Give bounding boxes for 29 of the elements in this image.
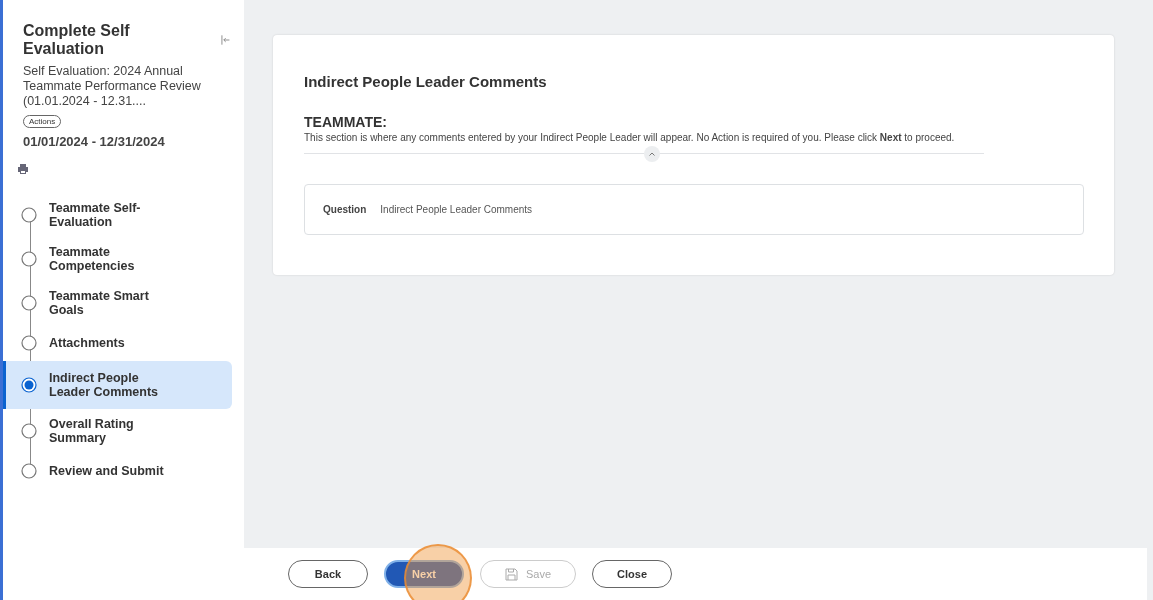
date-range: 01/01/2024 - 12/31/2024 <box>23 134 166 149</box>
step-item[interactable]: Teammate Self-Evaluation <box>3 193 232 237</box>
actions-button[interactable]: Actions <box>23 115 62 128</box>
section-heading: TEAMMATE: <box>304 114 388 130</box>
card-title: Indirect People Leader Comments <box>304 73 548 90</box>
step-item[interactable]: Teammate Smart Goals <box>3 281 232 325</box>
review-subtitle: Self Evaluation: 2024 Annual Teammate Performance Review (01.01.2024 - 12.31.... <box>23 64 202 109</box>
step-item[interactable]: Overall Rating Summary <box>3 409 232 453</box>
step-item[interactable]: Indirect People Leader Comments <box>3 361 232 409</box>
step-circle-icon <box>21 423 37 439</box>
step-item[interactable]: Attachments <box>3 325 232 361</box>
step-circle-icon <box>21 207 37 223</box>
action-button[interactable]: Close <box>592 560 673 588</box>
step-item[interactable]: Review and Submit <box>3 453 232 489</box>
instruction-text: This section is where any comments entered by your Indirect People Leader will appear. No Action is required of you. Please click Next to proceed. <box>304 132 956 143</box>
collapse-chevron-icon[interactable] <box>644 146 660 162</box>
action-button[interactable]: Back <box>288 560 368 588</box>
print-icon[interactable] <box>17 163 29 175</box>
step-circle-icon <box>21 377 37 393</box>
step-circle-icon <box>21 463 37 479</box>
step-item[interactable]: Teammate Competencies <box>3 237 232 281</box>
sidebar-title: Complete Self Evaluation <box>23 22 131 58</box>
save-icon <box>505 567 518 581</box>
step-circle-icon <box>21 251 37 267</box>
step-circle-icon <box>21 295 37 311</box>
question-text: Indirect People Leader Comments <box>380 204 533 215</box>
collapse-icon[interactable] <box>220 35 230 45</box>
question-label: Question <box>323 204 367 215</box>
step-circle-icon <box>21 335 37 351</box>
